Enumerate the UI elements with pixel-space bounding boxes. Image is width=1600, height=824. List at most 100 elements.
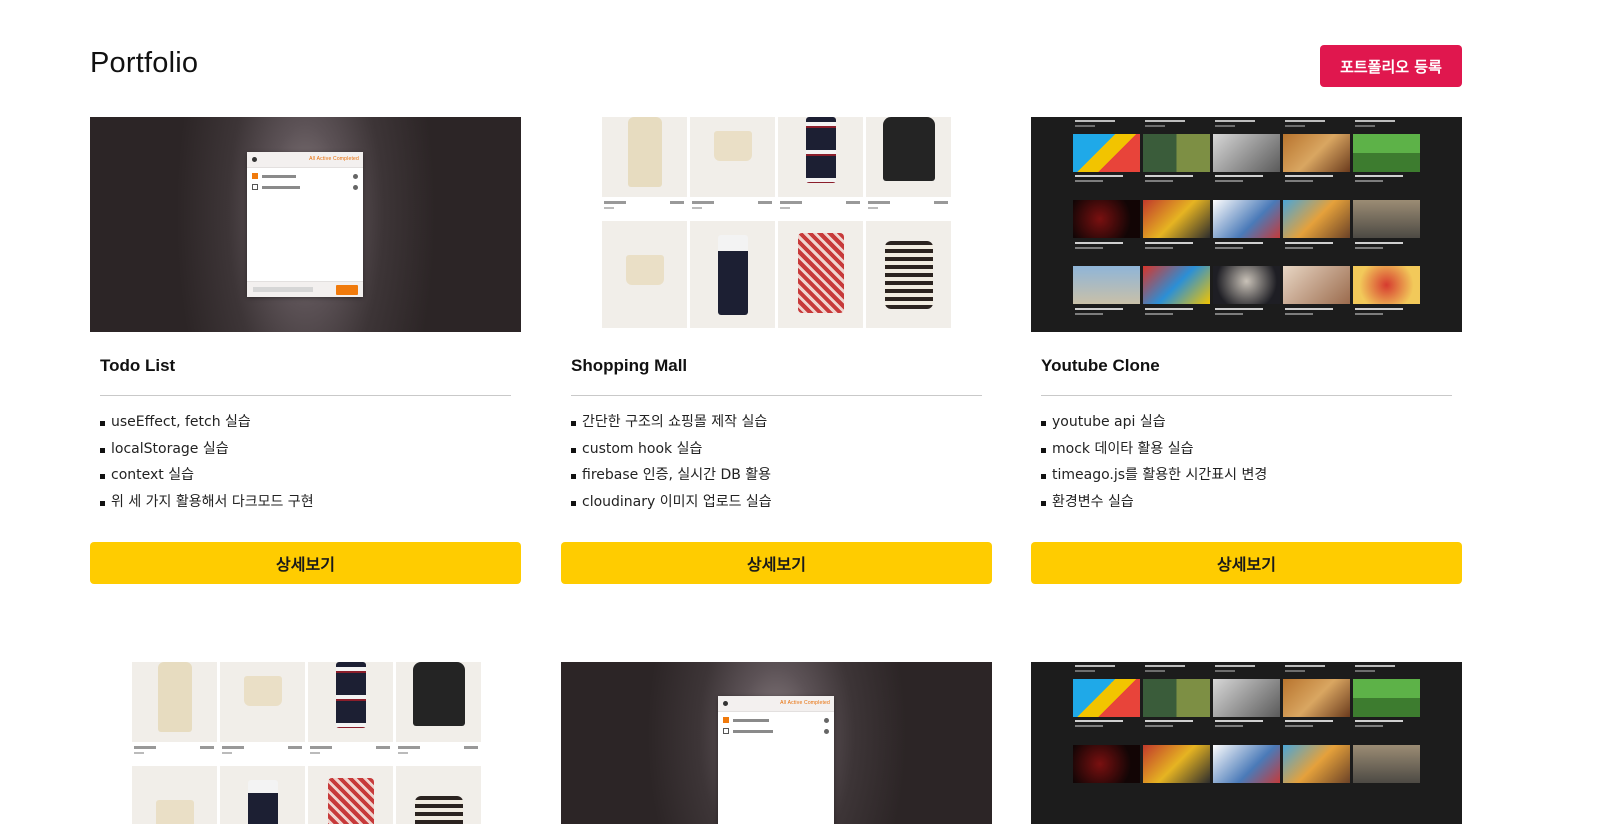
card-divider (571, 395, 982, 396)
yt-video (1213, 662, 1280, 735)
detail-button[interactable]: 상세보기 (1031, 542, 1462, 584)
yt-video (1213, 263, 1280, 332)
todo-preview-tabs: All Active Completed (309, 156, 359, 162)
trash-icon (824, 728, 829, 734)
youtube-thumbnail[interactable] (1031, 662, 1462, 824)
shop-product-grid (602, 117, 951, 328)
register-portfolio-button[interactable]: 포트폴리오 등록 (1320, 45, 1462, 87)
feature-item: cloudinary 이미지 업로드 실습 (571, 489, 992, 516)
shop-product (308, 766, 393, 824)
todo-preview-header: All Active Completed (247, 152, 363, 168)
yt-video-grid (1073, 662, 1420, 808)
yt-video (1353, 735, 1420, 808)
yt-video (1073, 735, 1140, 808)
yt-video (1353, 263, 1420, 332)
todo-app-preview: All Active Completed (247, 152, 363, 297)
shop-product (132, 662, 217, 766)
yt-video (1353, 662, 1420, 735)
shop-product (132, 766, 217, 824)
feature-item: custom hook 실습 (571, 436, 992, 463)
moon-icon (252, 157, 257, 162)
feature-list: 간단한 구조의 쇼핑몰 제작 실습 custom hook 실습 firebas… (571, 409, 992, 516)
feature-item: useEffect, fetch 실습 (100, 409, 521, 436)
todo-preview-tabs: All Active Completed (780, 700, 830, 706)
shop-product (396, 766, 481, 824)
yt-video-grid (1073, 117, 1420, 332)
feature-item: 위 세 가지 활용해서 다크모드 구현 (100, 489, 521, 516)
yt-video (1353, 117, 1420, 190)
portfolio-card-shopping-2 (90, 662, 521, 824)
yt-video (1143, 263, 1210, 332)
yt-video (1073, 117, 1140, 190)
feature-list: useEffect, fetch 실습 localStorage 실습 cont… (100, 409, 521, 516)
shop-product (396, 662, 481, 766)
yt-video (1213, 190, 1280, 263)
shop-product (778, 221, 863, 328)
yt-video (1213, 735, 1280, 808)
todo-preview-item (723, 728, 829, 734)
detail-button[interactable]: 상세보기 (90, 542, 521, 584)
feature-item: mock 데이타 활용 실습 (1041, 436, 1462, 463)
feature-item: 환경변수 실습 (1041, 489, 1462, 516)
todo-preview-item (723, 717, 829, 723)
shopping-thumbnail[interactable] (561, 117, 992, 332)
yt-video (1283, 117, 1350, 190)
yt-video (1213, 117, 1280, 190)
page-title: Portfolio (90, 47, 199, 79)
feature-item: localStorage 실습 (100, 436, 521, 463)
trash-icon (353, 173, 358, 179)
page-header: Portfolio 포트폴리오 등록 (90, 45, 1462, 87)
yt-video (1073, 263, 1140, 332)
feature-item: timeago.js를 활용한 시간표시 변경 (1041, 462, 1462, 489)
todo-thumbnail[interactable]: All Active Completed (90, 117, 521, 332)
portfolio-card-youtube-2 (1031, 662, 1462, 824)
card-divider (1041, 395, 1452, 396)
yt-video (1143, 117, 1210, 190)
portfolio-card-youtube: Youtube Clone youtube api 실습 mock 데이타 활용… (1031, 117, 1462, 584)
yt-video (1283, 662, 1350, 735)
trash-icon (353, 184, 358, 190)
shop-product (220, 766, 305, 824)
todo-preview-header: All Active Completed (718, 696, 834, 712)
card-title: Todo List (100, 356, 176, 375)
feature-item: context 실습 (100, 462, 521, 489)
todo-app-preview: All Active Completed (718, 696, 834, 824)
portfolio-card-todo: All Active Completed Todo List useEffect… (90, 117, 521, 584)
moon-icon (723, 701, 728, 706)
shop-product (602, 117, 687, 221)
detail-button[interactable]: 상세보기 (561, 542, 992, 584)
shop-product (690, 117, 775, 221)
shop-product (220, 662, 305, 766)
shop-product-grid (132, 662, 481, 824)
todo-preview-footer (247, 281, 363, 297)
yt-video (1283, 263, 1350, 332)
portfolio-card-todo-2: All Active Completed (561, 662, 992, 824)
youtube-thumbnail[interactable] (1031, 117, 1462, 332)
todo-thumbnail[interactable]: All Active Completed (561, 662, 992, 824)
feature-item: youtube api 실습 (1041, 409, 1462, 436)
yt-video (1143, 735, 1210, 808)
shop-product (866, 221, 951, 328)
feature-list: youtube api 실습 mock 데이타 활용 실습 timeago.js… (1041, 409, 1462, 516)
todo-preview-item (252, 173, 358, 179)
portfolio-card-shopping: Shopping Mall 간단한 구조의 쇼핑몰 제작 실습 custom h… (561, 117, 992, 584)
shop-product (602, 221, 687, 328)
trash-icon (824, 717, 829, 723)
shop-product (690, 221, 775, 328)
feature-item: 간단한 구조의 쇼핑몰 제작 실습 (571, 409, 992, 436)
yt-video (1283, 190, 1350, 263)
yt-video (1283, 735, 1350, 808)
todo-preview-item (252, 184, 358, 190)
yt-video (1073, 662, 1140, 735)
card-divider (100, 395, 511, 396)
yt-video (1073, 190, 1140, 263)
yt-video (1143, 662, 1210, 735)
yt-video (1143, 190, 1210, 263)
shopping-thumbnail[interactable] (90, 662, 521, 824)
yt-video (1353, 190, 1420, 263)
card-title: Youtube Clone (1041, 356, 1160, 375)
feature-item: firebase 인증, 실시간 DB 활용 (571, 462, 992, 489)
card-title: Shopping Mall (571, 356, 688, 375)
shop-product (308, 662, 393, 766)
shop-product (778, 117, 863, 221)
